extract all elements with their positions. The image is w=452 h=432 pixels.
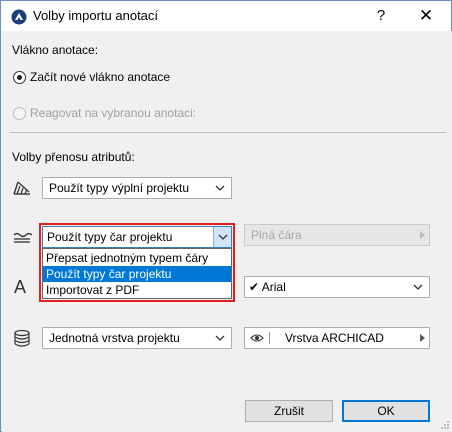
line-type-select[interactable]: Použít typy čar projektu [42, 226, 232, 248]
dropdown-option-override[interactable]: Přepsat jednotným typem čáry [43, 250, 231, 266]
line-type-dropdown-button[interactable] [213, 227, 231, 247]
layer-mode-value: Jednotná vrstva projektu [49, 331, 180, 345]
chevron-down-icon [215, 335, 225, 341]
archicad-app-icon [11, 9, 27, 25]
line-type-dropdown-list: Přepsat jednotným typem čáry Použít typy… [42, 248, 232, 299]
title-bar[interactable]: Volby importu anotací ? ✕ [1, 1, 451, 31]
layer-mode-select[interactable]: Jednotná vrstva projektu [42, 327, 232, 349]
font-value: Arial [261, 280, 286, 294]
layers-icon [14, 329, 30, 347]
window-title: Volby importu anotací [33, 8, 159, 23]
dropdown-option-project-line-types[interactable]: Použít typy čar projektu [43, 266, 231, 282]
fill-type-value: Použít typy výplní projektu [49, 181, 190, 195]
arrow-right-icon [420, 334, 425, 342]
cancel-button[interactable]: Zrušit [245, 400, 333, 422]
chevron-down-icon [215, 185, 225, 191]
close-button[interactable]: ✕ [411, 5, 441, 27]
arrow-right-icon [420, 231, 425, 239]
font-icon: A [14, 277, 27, 297]
layer-value: Vrstva ARCHICAD [285, 331, 384, 345]
fill-pattern-icon [13, 181, 30, 195]
separator-top [10, 132, 446, 133]
layer-separator [269, 332, 281, 344]
layer-select[interactable]: Vrstva ARCHICAD [244, 327, 430, 349]
dropdown-option-import-pdf[interactable]: Importovat z PDF [43, 282, 231, 298]
dialog-content: Vlákno anotace: Začít nové vlákno anotac… [2, 31, 452, 432]
line-type-value: Použít typy čar projektu [47, 230, 173, 244]
button-bar: Zrušit OK [2, 387, 452, 432]
solid-line-select: Plná čára [244, 224, 430, 246]
thread-heading: Vlákno anotace: [12, 43, 99, 57]
eye-icon [250, 334, 264, 342]
line-type-icon [13, 232, 32, 243]
resize-grip-icon[interactable] [440, 420, 450, 430]
help-button[interactable]: ? [366, 5, 396, 27]
dialog-window: Volby importu anotací ? ✕ Vlákno anotace… [0, 0, 452, 432]
radio-reply-annotation [13, 107, 26, 120]
fill-type-select[interactable]: Použít typy výplní projektu [42, 177, 232, 199]
chevron-down-icon [413, 284, 423, 290]
solid-line-value: Plná čára [251, 228, 302, 242]
radio-new-thread[interactable] [13, 71, 26, 84]
radio-reply-annotation-label: Reagovat na vybranou anotaci: [30, 106, 197, 120]
font-select[interactable]: ✔ Arial [244, 276, 430, 298]
chevron-down-icon [218, 234, 228, 240]
checkmark-icon: ✔ [249, 280, 260, 294]
ok-button[interactable]: OK [342, 400, 430, 422]
radio-new-thread-label[interactable]: Začít nové vlákno anotace [30, 70, 170, 84]
transfer-heading: Volby přenosu atributů: [12, 150, 135, 164]
